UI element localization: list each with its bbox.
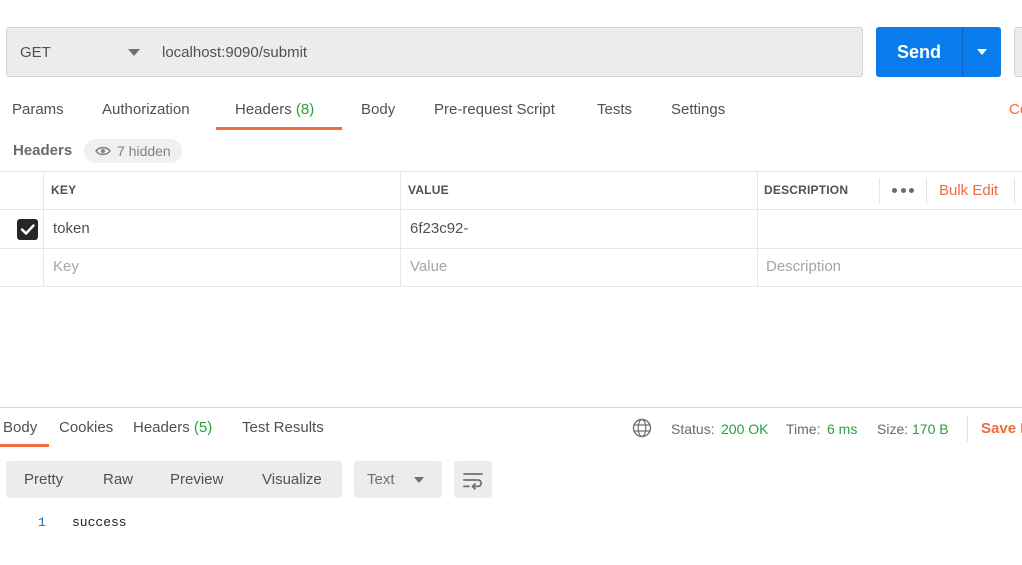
time-value: 6 ms xyxy=(827,421,858,437)
response-type-label: Text xyxy=(367,471,395,488)
response-type-select[interactable]: Text xyxy=(354,461,442,498)
format-preview-button[interactable]: Preview xyxy=(170,471,223,488)
size-label: Size: xyxy=(877,421,909,437)
method-label: GET xyxy=(20,44,51,61)
wrap-lines-button[interactable] xyxy=(454,461,492,498)
headers-section-title: Headers xyxy=(13,142,73,159)
column-divider xyxy=(879,178,880,204)
response-tab-body[interactable]: Body xyxy=(3,419,37,436)
new-key-input[interactable]: Key xyxy=(53,258,79,275)
table-row-divider xyxy=(0,248,1022,249)
header-value-cell[interactable]: 6f23c92- xyxy=(410,220,468,237)
column-divider xyxy=(1014,178,1015,204)
response-tab-test-results[interactable]: Test Results xyxy=(242,419,324,436)
chevron-down-icon xyxy=(977,49,987,55)
format-raw-button[interactable]: Raw xyxy=(103,471,133,488)
send-button-label: Send xyxy=(896,41,941,62)
format-visualize-button[interactable]: Visualize xyxy=(262,471,322,488)
tab-body[interactable]: Body xyxy=(361,101,395,118)
checkmark-icon xyxy=(20,224,35,235)
chevron-down-icon xyxy=(128,49,140,56)
column-divider xyxy=(400,171,401,287)
tab-headers-count: (8) xyxy=(295,101,315,118)
wrap-lines-icon xyxy=(463,473,483,490)
globe-icon[interactable] xyxy=(632,418,652,438)
cookies-link[interactable]: Cookies xyxy=(1009,101,1022,118)
new-value-input[interactable]: Value xyxy=(410,258,447,275)
hidden-headers-label: 7 hidden xyxy=(117,143,171,159)
more-options-icon[interactable] xyxy=(892,180,914,200)
active-tab-indicator xyxy=(0,444,49,447)
method-select[interactable]: GET xyxy=(6,27,150,77)
tab-headers[interactable]: Headers (8) xyxy=(235,101,314,118)
tab-params[interactable]: Params xyxy=(12,101,64,118)
eye-icon xyxy=(95,146,111,156)
divider xyxy=(967,416,968,442)
send-options-button[interactable] xyxy=(962,27,1001,77)
save-response-button[interactable]: Save Response xyxy=(981,420,1022,437)
size-value: 170 B xyxy=(912,421,949,437)
response-tab-cookies[interactable]: Cookies xyxy=(59,419,113,436)
status-label: Status: xyxy=(671,421,715,437)
time-label: Time: xyxy=(786,421,821,437)
send-button[interactable]: Send xyxy=(876,27,962,77)
status-value: 200 OK xyxy=(721,421,769,437)
header-enabled-checkbox[interactable] xyxy=(17,219,38,240)
response-tab-headers-count: (5) xyxy=(193,419,213,436)
column-header-description: DESCRIPTION xyxy=(764,183,849,197)
table-header-divider xyxy=(0,209,1022,210)
response-body-line: success xyxy=(72,515,127,530)
column-divider xyxy=(757,171,758,287)
table-border-bottom xyxy=(0,286,1022,287)
column-divider xyxy=(926,178,927,204)
tab-headers-label: Headers xyxy=(235,101,292,118)
table-border-top xyxy=(0,171,1022,172)
active-tab-indicator xyxy=(216,127,342,130)
tab-authorization[interactable]: Authorization xyxy=(102,101,190,118)
tab-tests[interactable]: Tests xyxy=(597,101,632,118)
response-divider xyxy=(0,407,1022,408)
response-tab-headers-label: Headers xyxy=(133,419,190,436)
tab-settings[interactable]: Settings xyxy=(671,101,725,118)
format-pretty-button[interactable]: Pretty xyxy=(24,471,63,488)
chevron-down-icon xyxy=(414,477,424,483)
url-input[interactable] xyxy=(149,27,863,77)
hidden-headers-toggle[interactable]: 7 hidden xyxy=(84,139,182,163)
new-description-input[interactable]: Description xyxy=(766,258,841,275)
column-header-key: KEY xyxy=(51,183,77,197)
tab-pre-request-script[interactable]: Pre-request Script xyxy=(434,101,555,118)
column-header-value: VALUE xyxy=(408,183,449,197)
header-key-cell[interactable]: token xyxy=(53,220,90,237)
bulk-edit-link[interactable]: Bulk Edit xyxy=(939,182,998,199)
line-number: 1 xyxy=(38,515,46,530)
save-button[interactable] xyxy=(1014,27,1022,77)
response-tab-headers[interactable]: Headers (5) xyxy=(133,419,212,436)
column-divider xyxy=(43,171,44,287)
